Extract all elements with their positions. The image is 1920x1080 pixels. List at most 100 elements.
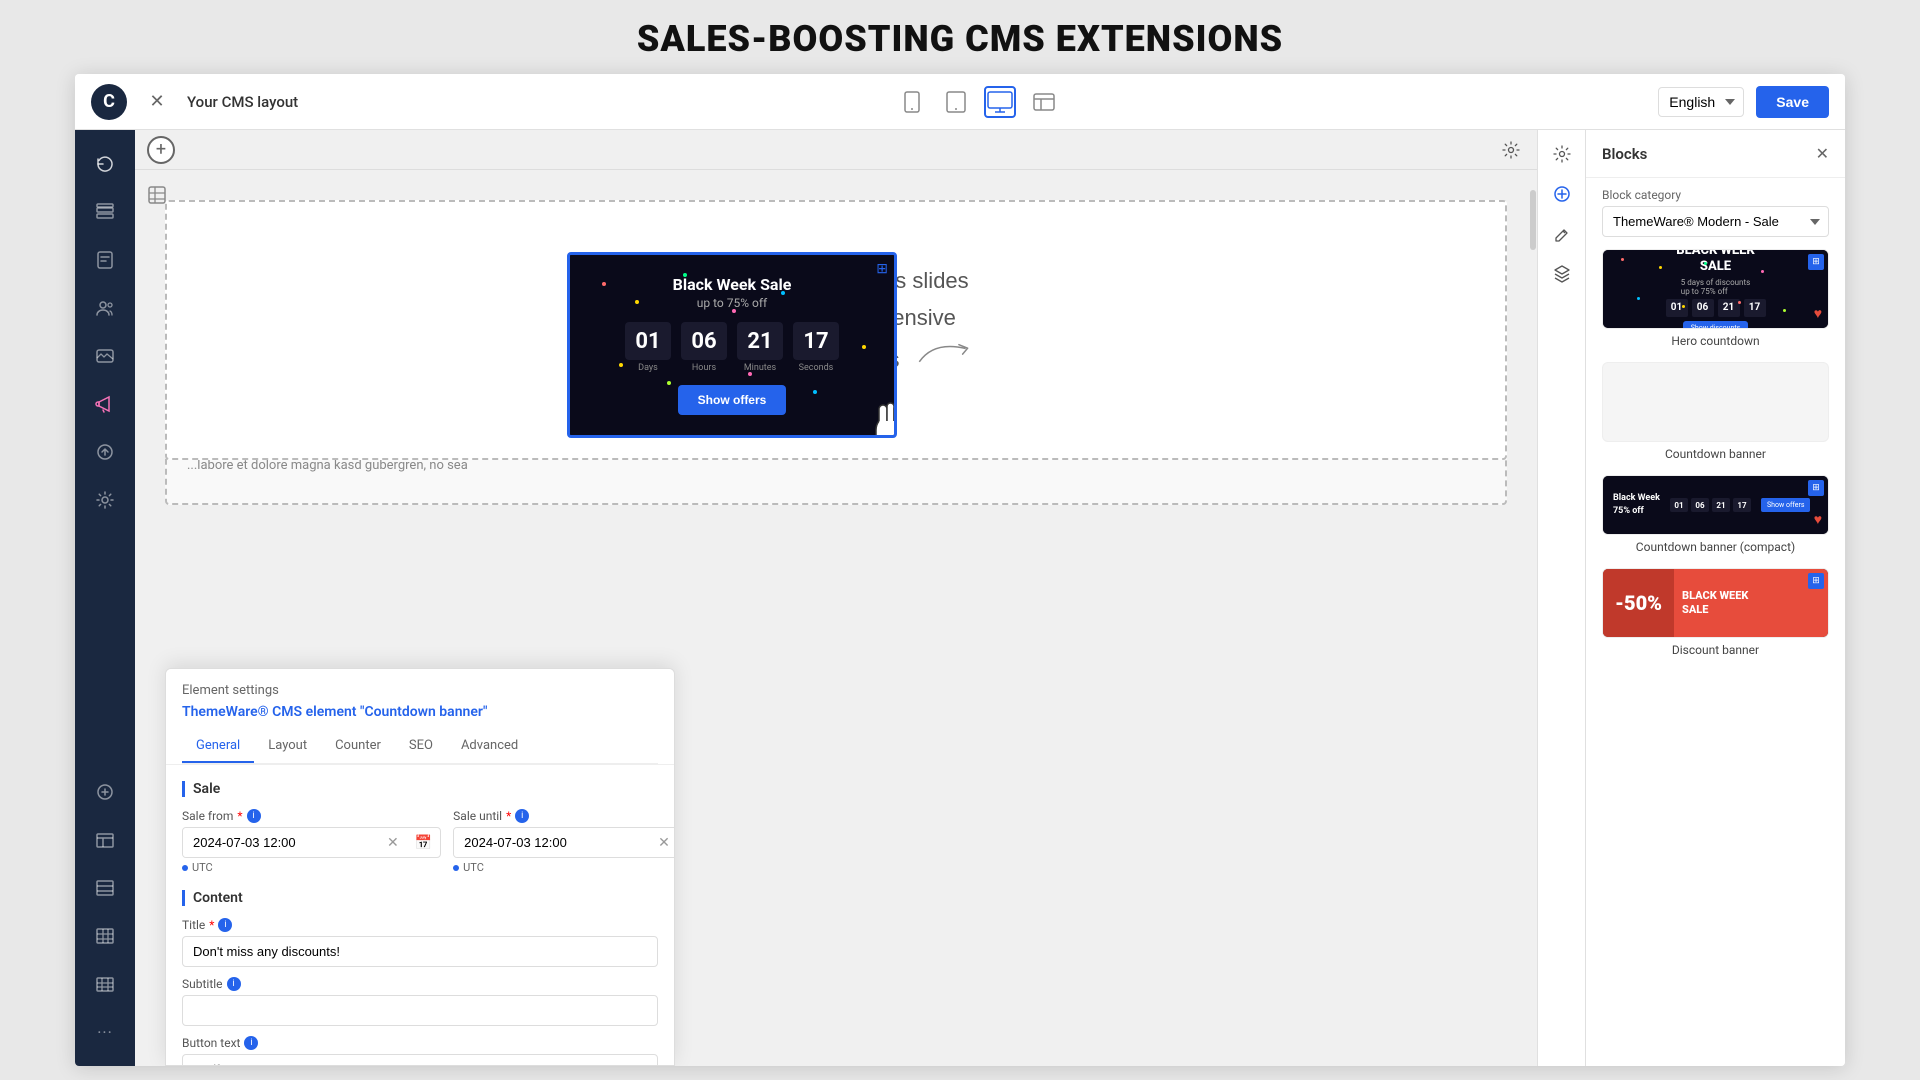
block-item-discount[interactable]: -50% BLACK WEEK SALE ♥ ⊞ Discount banner bbox=[1602, 568, 1829, 657]
settings-body: Sale Sale from * i ✕ bbox=[166, 765, 674, 1065]
canvas-scrollbar[interactable] bbox=[1529, 170, 1537, 1066]
page-header: SALES-BOOSTING CMS EXTENSIONS bbox=[0, 0, 1920, 74]
sale-until-input[interactable] bbox=[454, 828, 650, 857]
settings-header: Element settings ThemeWare® CMS element … bbox=[166, 669, 674, 765]
thumb-discount-text: BLACK WEEK SALE bbox=[1674, 581, 1756, 626]
right-panel-edit[interactable] bbox=[1546, 218, 1578, 250]
sidebar-icon-plus-circle[interactable] bbox=[85, 772, 125, 812]
sale-from-clear[interactable]: ✕ bbox=[379, 835, 407, 851]
sale-until-input-wrap: ✕ 📅 bbox=[453, 827, 674, 858]
title-label: Title * i bbox=[182, 918, 658, 932]
thumb-minutes: 21 bbox=[1718, 299, 1740, 317]
subtitle-label: Subtitle i bbox=[182, 977, 658, 991]
row-layout-icon[interactable] bbox=[147, 185, 167, 209]
compact-thumbnail: Black Week75% off 01 06 21 17 Show offer… bbox=[1602, 475, 1829, 535]
title-input[interactable] bbox=[182, 936, 658, 967]
hero-countdown-name: Hero countdown bbox=[1602, 334, 1829, 348]
sidebar-icon-table4[interactable] bbox=[85, 964, 125, 1004]
settings-header-label: Element settings bbox=[182, 683, 658, 698]
subtitle-input[interactable]: up to 75% off bbox=[182, 995, 658, 1026]
button-text-input[interactable] bbox=[182, 1054, 658, 1065]
block-category-select[interactable]: ThemeWare® Modern - Sale bbox=[1602, 206, 1829, 237]
thumb-compact-show: Show offers bbox=[1761, 498, 1810, 512]
thumb-compact-digits: 01 06 21 17 bbox=[1670, 498, 1751, 512]
thumb-hero-heart[interactable]: ♥ bbox=[1814, 305, 1822, 322]
block-item-hero-countdown[interactable]: BLACK WEEKSALE 5 days of discountsup to … bbox=[1602, 249, 1829, 348]
mobile-device-icon[interactable] bbox=[896, 86, 928, 118]
seconds-value: 17 bbox=[793, 322, 839, 360]
close-button[interactable]: ✕ bbox=[143, 88, 171, 116]
language-select[interactable]: English bbox=[1658, 87, 1744, 117]
sale-until-group: Sale until * i ✕ 📅 bbox=[453, 809, 674, 874]
sale-from-calendar[interactable]: 📅 bbox=[407, 835, 440, 851]
logo-button[interactable]: C bbox=[91, 84, 127, 120]
button-text-group: Button text i bbox=[182, 1036, 658, 1065]
show-offers-button[interactable]: Show offers bbox=[678, 385, 787, 415]
sale-section-label: Sale bbox=[182, 781, 658, 797]
editor-body: ··· + Choose fro bbox=[75, 130, 1845, 1066]
blocks-close[interactable]: ✕ bbox=[1816, 144, 1829, 163]
sale-until-info[interactable]: i bbox=[515, 809, 529, 823]
countdown-banner-preview: ⊞ Black Week Sale up to 75% off 01 Days … bbox=[567, 252, 897, 438]
layout-device-icon[interactable] bbox=[1028, 86, 1060, 118]
hours-label: Hours bbox=[681, 363, 727, 373]
thumb-discount-pct: -50% bbox=[1603, 569, 1674, 637]
canvas-settings-icon[interactable] bbox=[1497, 136, 1525, 164]
sidebar-icon-table3[interactable] bbox=[85, 916, 125, 956]
sidebar-icon-settings[interactable] bbox=[85, 480, 125, 520]
discount-thumbnail: -50% BLACK WEEK SALE ♥ ⊞ bbox=[1602, 568, 1829, 638]
toolbar-right: English Save bbox=[1658, 86, 1829, 118]
sidebar-icon-arrow[interactable] bbox=[85, 432, 125, 472]
save-button[interactable]: Save bbox=[1756, 86, 1829, 118]
sale-until-clear[interactable]: ✕ bbox=[650, 835, 674, 851]
cms-editor: C ✕ Your CMS layout bbox=[75, 74, 1845, 1066]
countdown-title: Black Week Sale bbox=[586, 275, 878, 294]
sidebar-icon-pages[interactable] bbox=[85, 240, 125, 280]
thumb-discount-top-icon: ⊞ bbox=[1808, 573, 1824, 589]
sidebar-icon-media[interactable] bbox=[85, 336, 125, 376]
sidebar-icon-layers[interactable] bbox=[85, 192, 125, 232]
sidebar-icon-megaphone[interactable] bbox=[85, 384, 125, 424]
right-panel-add[interactable] bbox=[1546, 178, 1578, 210]
thumb-days: 01 bbox=[1666, 299, 1688, 317]
main-container: C ✕ Your CMS layout bbox=[0, 74, 1920, 1066]
sale-from-info[interactable]: i bbox=[247, 809, 261, 823]
tab-counter[interactable]: Counter bbox=[321, 730, 395, 763]
sidebar-icon-table[interactable] bbox=[85, 820, 125, 860]
sale-from-input[interactable] bbox=[183, 828, 379, 857]
sidebar-icon-more[interactable]: ··· bbox=[85, 1012, 125, 1052]
left-sidebar: ··· bbox=[75, 130, 135, 1066]
blocks-panel: Blocks ✕ Block category ThemeWare® Moder… bbox=[1585, 130, 1845, 1066]
sale-from-label: Sale from * i bbox=[182, 809, 441, 823]
canvas-area: + Choose from various slides with extrem… bbox=[135, 130, 1537, 1066]
sidebar-icon-refresh[interactable] bbox=[85, 144, 125, 184]
sale-date-row: Sale from * i ✕ 📅 bbox=[182, 809, 658, 874]
canvas-toolbar: + bbox=[135, 130, 1537, 170]
thumb-hero-sub: 5 days of discountsup to 75% off bbox=[1681, 278, 1750, 296]
tab-advanced[interactable]: Advanced bbox=[447, 730, 532, 763]
thumb-discount-heart[interactable]: ♥ bbox=[1814, 614, 1822, 631]
sidebar-icon-users[interactable] bbox=[85, 288, 125, 328]
sidebar-icon-table2[interactable] bbox=[85, 868, 125, 908]
sale-from-group: Sale from * i ✕ 📅 bbox=[182, 809, 441, 874]
title-info[interactable]: i bbox=[218, 918, 232, 932]
banner-expand-icon: ⊞ bbox=[876, 261, 888, 277]
canvas-add-button[interactable]: + bbox=[147, 136, 175, 164]
button-text-info[interactable]: i bbox=[244, 1036, 258, 1050]
block-item-countdown-banner[interactable]: Countdown banner bbox=[1602, 362, 1829, 461]
thumb-compact-heart[interactable]: ♥ bbox=[1814, 511, 1822, 528]
tab-layout[interactable]: Layout bbox=[254, 730, 321, 763]
settings-element-title: ThemeWare® CMS element "Countdown banner… bbox=[182, 704, 658, 720]
hero-countdown-thumbnail: BLACK WEEKSALE 5 days of discountsup to … bbox=[1602, 249, 1829, 329]
tab-general[interactable]: General bbox=[182, 730, 254, 763]
blocks-list: BLACK WEEKSALE 5 days of discountsup to … bbox=[1586, 249, 1845, 1066]
blocks-title: Blocks bbox=[1602, 145, 1647, 163]
desktop-device-icon[interactable] bbox=[984, 86, 1016, 118]
tablet-device-icon[interactable] bbox=[940, 86, 972, 118]
thumb-compact-inner: Black Week75% off 01 06 21 17 Show offer… bbox=[1603, 476, 1828, 534]
right-panel-layers[interactable] bbox=[1546, 258, 1578, 290]
block-item-compact[interactable]: Black Week75% off 01 06 21 17 Show offer… bbox=[1602, 475, 1829, 554]
right-panel-settings[interactable] bbox=[1546, 138, 1578, 170]
subtitle-info[interactable]: i bbox=[227, 977, 241, 991]
tab-seo[interactable]: SEO bbox=[395, 730, 447, 763]
